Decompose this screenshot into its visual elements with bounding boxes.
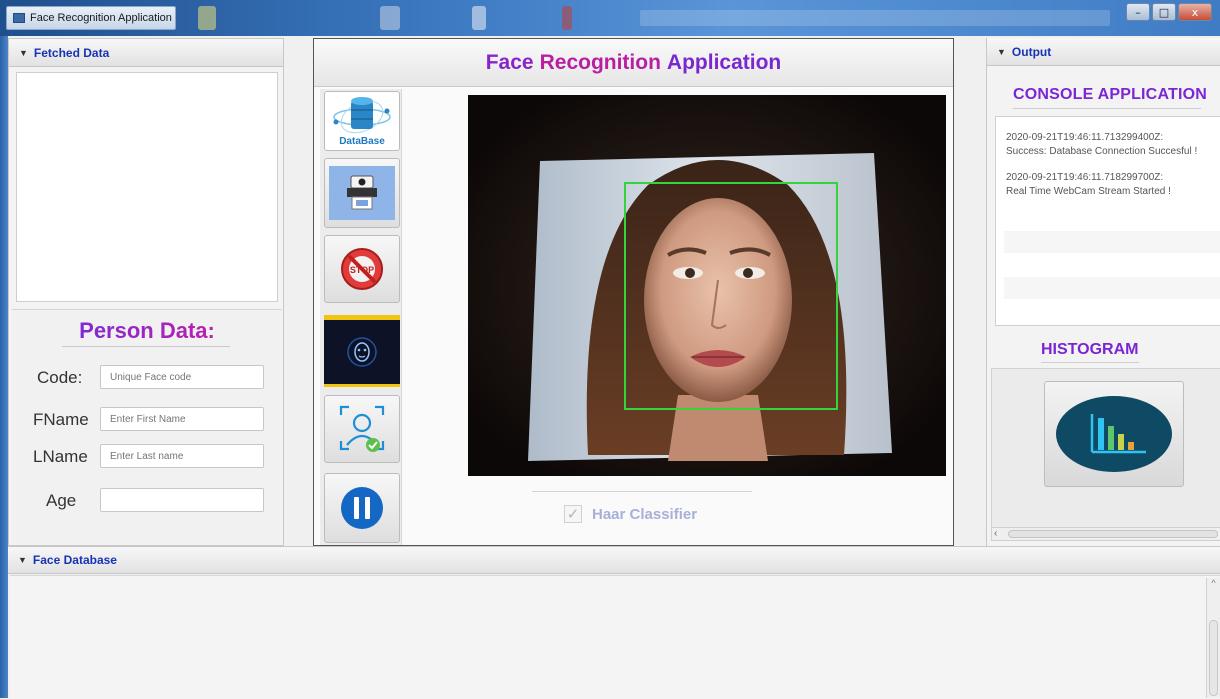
checkmark-icon: ✓ bbox=[564, 505, 582, 523]
vertical-scrollbar[interactable]: ^ bbox=[1206, 578, 1220, 698]
window-titlebar: Face Recognition Application – □ x bbox=[0, 0, 1220, 36]
output-header[interactable]: ▼ Output bbox=[987, 38, 1220, 66]
maximize-button[interactable]: □ bbox=[1152, 3, 1176, 21]
log-entry: 2020-09-21T19:46:11.713299400Z: Success:… bbox=[996, 131, 1220, 159]
pause-icon bbox=[341, 487, 383, 529]
fetched-data-pane: ▼ Fetched Data Person Data: Code: FName … bbox=[8, 38, 284, 546]
face-database-title: Face Database bbox=[32, 553, 117, 567]
stop-button[interactable]: STOP bbox=[324, 235, 400, 303]
code-input[interactable] bbox=[100, 365, 264, 389]
person-data-title: Person Data: bbox=[62, 318, 232, 344]
face-scan-icon bbox=[347, 337, 377, 367]
fname-row: FName bbox=[12, 407, 282, 433]
webcam-frame bbox=[468, 95, 946, 476]
close-button[interactable]: x bbox=[1178, 3, 1212, 21]
app-title-word-1: Face bbox=[485, 50, 534, 74]
log-message: Success: Database Connection Succesful ! bbox=[1006, 146, 1198, 157]
fname-input[interactable] bbox=[100, 407, 264, 431]
bar-chart-icon bbox=[1056, 396, 1172, 472]
face-database-content[interactable]: ^ bbox=[10, 575, 1220, 699]
person-data-divider bbox=[62, 346, 230, 347]
log-timestamp: 2020-09-21T19:46:11.718299700Z: bbox=[1006, 172, 1164, 183]
code-row: Code: bbox=[12, 365, 282, 391]
window-title: Face Recognition Application bbox=[30, 12, 172, 24]
recognize-button[interactable] bbox=[324, 395, 400, 463]
app-title-word-3: Application bbox=[666, 50, 782, 74]
lname-row: LName bbox=[12, 444, 282, 470]
fetched-data-header[interactable]: ▼ Fetched Data bbox=[9, 39, 283, 67]
database-button-label: DataBase bbox=[339, 136, 385, 147]
face-database-header[interactable]: ▼ Face Database bbox=[8, 547, 1220, 574]
code-label: Code: bbox=[37, 368, 83, 387]
console-title: CONSOLE APPLICATION bbox=[1013, 86, 1208, 103]
minimize-button[interactable]: – bbox=[1126, 3, 1150, 21]
collapse-triangle-icon: ▼ bbox=[18, 555, 27, 565]
taskbar-decoration-icon bbox=[472, 6, 486, 30]
face-scan-button[interactable] bbox=[324, 315, 400, 387]
fetched-data-list[interactable] bbox=[16, 72, 278, 302]
fname-label: FName bbox=[33, 410, 89, 429]
app-icon bbox=[13, 13, 25, 23]
app-title-word-2: Recognition bbox=[539, 50, 661, 74]
action-toolbar: DataBase STOP bbox=[320, 89, 402, 545]
log-entry: 2020-09-21T19:46:11.718299700Z: Real Tim… bbox=[996, 171, 1220, 199]
classifier-divider bbox=[532, 491, 752, 492]
pause-button[interactable] bbox=[324, 473, 400, 543]
database-button[interactable]: DataBase bbox=[324, 91, 400, 151]
collapse-triangle-icon: ▼ bbox=[19, 47, 28, 58]
blurred-window-caption bbox=[640, 10, 1110, 26]
scroll-left-icon[interactable]: ‹ bbox=[994, 528, 997, 539]
camera-panel: Face Recognition Application DataBase ✓ … bbox=[313, 38, 954, 546]
webcam-feed bbox=[468, 95, 946, 476]
age-row: Age bbox=[12, 488, 282, 514]
scrollbar-thumb[interactable] bbox=[1008, 530, 1218, 538]
face-database-pane: ▼ Face Database ^ bbox=[8, 546, 1220, 699]
log-message: Real Time WebCam Stream Started ! bbox=[1006, 186, 1171, 197]
haar-classifier-label: Haar Classifier bbox=[592, 505, 698, 523]
lname-label: LName bbox=[33, 447, 88, 466]
face-recognition-icon bbox=[339, 405, 385, 452]
taskbar-decoration-icon bbox=[198, 6, 216, 30]
age-input[interactable] bbox=[100, 488, 264, 512]
output-pane: ▼ Output CONSOLE APPLICATION 2020-09-21T… bbox=[986, 38, 1220, 546]
histogram-panel bbox=[991, 368, 1220, 528]
log-row-band bbox=[1004, 277, 1220, 299]
histogram-title: HISTOGRAM bbox=[1041, 341, 1139, 358]
histogram-divider bbox=[1041, 362, 1139, 363]
log-row-band bbox=[1004, 231, 1220, 253]
console-divider bbox=[1013, 108, 1201, 109]
stop-sign-icon: STOP bbox=[341, 248, 383, 290]
log-timestamp: 2020-09-21T19:46:11.713299400Z: bbox=[1006, 132, 1164, 143]
haar-classifier-checkbox[interactable]: ✓ Haar Classifier bbox=[564, 505, 697, 523]
age-label: Age bbox=[46, 491, 77, 510]
database-icon bbox=[333, 97, 391, 134]
window-tab[interactable]: Face Recognition Application bbox=[6, 6, 176, 30]
window-frame-left bbox=[0, 36, 8, 698]
camera-printer-icon bbox=[329, 166, 395, 220]
scroll-up-icon[interactable]: ^ bbox=[1207, 578, 1220, 588]
collapse-triangle-icon: ▼ bbox=[997, 46, 1006, 57]
histogram-button[interactable] bbox=[1044, 381, 1184, 487]
person-data-form: Person Data: Code: FName LName Age bbox=[12, 309, 282, 544]
scrollbar-thumb[interactable] bbox=[1209, 620, 1218, 696]
capture-button[interactable] bbox=[324, 158, 400, 228]
console-log[interactable]: 2020-09-21T19:46:11.713299400Z: Success:… bbox=[995, 116, 1220, 326]
output-title: Output bbox=[1011, 44, 1052, 59]
taskbar-decoration-icon bbox=[380, 6, 400, 30]
lname-input[interactable] bbox=[100, 444, 264, 468]
window-controls: – □ x bbox=[1126, 3, 1212, 21]
taskbar-decoration-icon bbox=[562, 6, 572, 30]
app-title: Face Recognition Application bbox=[314, 39, 953, 87]
horizontal-scrollbar[interactable]: ‹ bbox=[991, 527, 1220, 541]
fetched-data-title: Fetched Data bbox=[33, 45, 110, 60]
